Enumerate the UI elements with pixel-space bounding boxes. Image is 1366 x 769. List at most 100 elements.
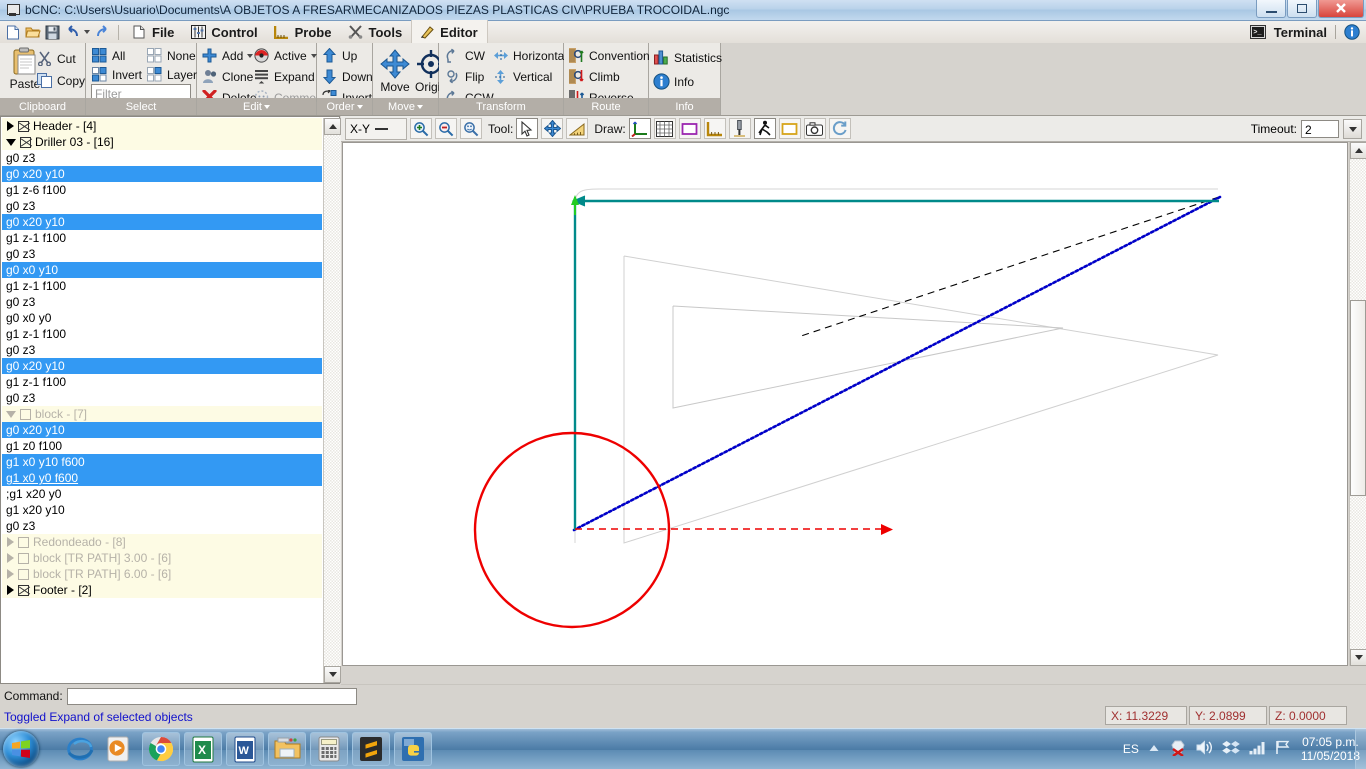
order-down-button[interactable]: Down — [321, 68, 373, 85]
draw-bbox-button[interactable] — [778, 118, 801, 139]
menu-item-control[interactable]: Control — [183, 20, 266, 44]
canvas-vscroll-thumb[interactable] — [1350, 300, 1366, 496]
tree-row[interactable]: g0 z3 — [2, 342, 322, 358]
active-dropdown-icon[interactable] — [310, 53, 317, 58]
tree-row[interactable]: g0 x0 y10 — [2, 262, 322, 278]
timeout-dropdown-button[interactable] — [1343, 119, 1362, 139]
new-icon[interactable] — [4, 24, 21, 41]
tree-row[interactable]: g0 z3 — [2, 246, 322, 262]
taskbar-clock[interactable]: 07:05 p.m. 11/05/2018 — [1301, 735, 1360, 763]
cut-button[interactable]: Cut — [36, 50, 76, 67]
menu-item-probe[interactable]: Probe — [267, 20, 341, 44]
order-up-button[interactable]: Up — [321, 47, 357, 64]
tree-row[interactable]: Driller 03 - [16] — [2, 134, 322, 150]
menu-item-tools[interactable]: Tools — [340, 20, 411, 44]
statistics-button[interactable]: Statistics — [653, 49, 722, 66]
tree-row[interactable]: g1 z-1 f100 — [2, 230, 322, 246]
block-enabled-icon[interactable] — [20, 136, 31, 148]
camera-button[interactable] — [803, 118, 826, 139]
select-none-button[interactable]: None — [146, 47, 196, 64]
zoom-fit-button[interactable] — [460, 118, 482, 139]
redo-icon[interactable] — [93, 24, 110, 41]
tree-row[interactable]: block - [7] — [2, 406, 322, 422]
ribbon-group-label-edit[interactable]: Edit — [197, 98, 316, 115]
tree-row[interactable]: g1 z-1 f100 — [2, 374, 322, 390]
gcode-preview-canvas[interactable] — [342, 142, 1348, 666]
tree-row[interactable]: g0 z3 — [2, 518, 322, 534]
select-invert-button[interactable]: Invert — [91, 66, 142, 83]
maximize-button[interactable] — [1287, 0, 1317, 18]
tree-row[interactable]: g1 z0 f100 — [2, 438, 322, 454]
tree-row[interactable]: g1 x0 y0 f600 — [2, 470, 322, 486]
info-icon[interactable] — [1344, 24, 1360, 40]
tray-volume-icon[interactable] — [1196, 740, 1213, 758]
info-button[interactable]: Info — [653, 73, 694, 90]
expand-triangle-icon[interactable] — [7, 553, 14, 563]
tree-row[interactable]: g0 x20 y10 — [2, 358, 322, 374]
ribbon-group-label-move[interactable]: Move — [373, 98, 438, 115]
tree-row[interactable]: ;g1 x20 y0 — [2, 486, 322, 502]
tray-dropbox-icon[interactable] — [1222, 740, 1240, 759]
tree-row[interactable]: g0 z3 — [2, 150, 322, 166]
draw-margin-button[interactable] — [678, 118, 701, 139]
filter-input[interactable]: Filter — [91, 84, 191, 101]
menu-item-file[interactable]: File — [124, 20, 183, 44]
terminal-label[interactable]: Terminal — [1274, 25, 1327, 40]
expand-triangle-icon[interactable] — [7, 585, 14, 595]
tray-network-icon[interactable] — [1249, 741, 1266, 758]
tree-row[interactable]: g0 x20 y10 — [2, 166, 322, 182]
gcode-tree-list[interactable]: Header - [4] Driller 03 - [16] g0 z3 g0 x20… — [2, 118, 322, 683]
select-layer-button[interactable]: Layer — [146, 66, 197, 83]
block-enabled-icon[interactable] — [18, 120, 29, 132]
taskbar-sublime-text[interactable] — [352, 732, 390, 766]
taskbar-calculator[interactable] — [310, 732, 348, 766]
tree-row[interactable]: g0 x20 y10 — [2, 422, 322, 438]
add-button[interactable]: Add — [201, 47, 254, 64]
expand-button[interactable]: Expand — [253, 68, 315, 85]
tree-row[interactable]: g1 x0 y10 f600 — [2, 454, 322, 470]
draw-probe-button[interactable] — [728, 118, 751, 139]
tree-row[interactable]: block [TR PATH] 3.00 - [6] — [2, 550, 322, 566]
copy-button[interactable]: Copy — [36, 72, 85, 89]
canvas-scroll-down-button[interactable] — [1350, 649, 1366, 666]
mirror-vertical-button[interactable]: Vertical — [492, 68, 552, 85]
tree-row[interactable]: g0 x0 y0 — [2, 310, 322, 326]
command-input[interactable] — [66, 687, 357, 705]
tree-row[interactable]: g1 z-6 f100 — [2, 182, 322, 198]
tree-row[interactable]: g0 z3 — [2, 294, 322, 310]
tray-action-center-icon[interactable] — [1275, 740, 1292, 758]
tray-show-hidden-icon[interactable] — [1148, 742, 1160, 756]
undo-icon[interactable] — [64, 24, 81, 41]
draw-rapid-button[interactable] — [753, 118, 776, 139]
taskbar-word[interactable]: W — [226, 732, 264, 766]
tree-row[interactable]: block [TR PATH] 6.00 - [6] — [2, 566, 322, 582]
block-box-icon[interactable] — [20, 408, 31, 420]
canvas-vertical-scrollbar[interactable] — [1349, 142, 1366, 666]
block-enabled-icon[interactable] — [18, 584, 29, 596]
refresh-button[interactable] — [828, 118, 851, 139]
tree-row[interactable]: g0 z3 — [2, 198, 322, 214]
tree-row[interactable]: g1 x20 y10 — [2, 502, 322, 518]
zoom-in-button[interactable] — [410, 118, 432, 139]
tree-row[interactable]: Redondeado - [8] — [2, 534, 322, 550]
menu-item-editor[interactable]: Editor — [411, 20, 488, 44]
undo-dropdown-icon[interactable] — [84, 30, 90, 34]
collapse-triangle-icon[interactable] — [6, 410, 16, 418]
taskbar-excel[interactable]: X — [184, 732, 222, 766]
collapse-triangle-icon[interactable] — [6, 138, 16, 146]
taskbar-media-player[interactable] — [102, 733, 138, 765]
draw-grid-button[interactable] — [653, 118, 676, 139]
canvas-scroll-up-button[interactable] — [1350, 142, 1366, 159]
zoom-out-button[interactable] — [435, 118, 457, 139]
tool-pan-button[interactable] — [541, 118, 564, 139]
active-button[interactable]: Active — [253, 47, 317, 64]
tray-antivirus-icon[interactable] — [1169, 740, 1187, 759]
tree-vertical-scrollbar[interactable] — [323, 118, 341, 683]
tree-scroll-down-button[interactable] — [324, 666, 341, 683]
flip-button[interactable]: Flip — [444, 68, 484, 85]
select-all-button[interactable]: All — [91, 47, 125, 64]
expand-triangle-icon[interactable] — [7, 569, 14, 579]
expand-triangle-icon[interactable] — [7, 537, 14, 547]
clone-button[interactable]: Clone — [201, 68, 253, 85]
draw-axes-button[interactable] — [628, 118, 651, 139]
